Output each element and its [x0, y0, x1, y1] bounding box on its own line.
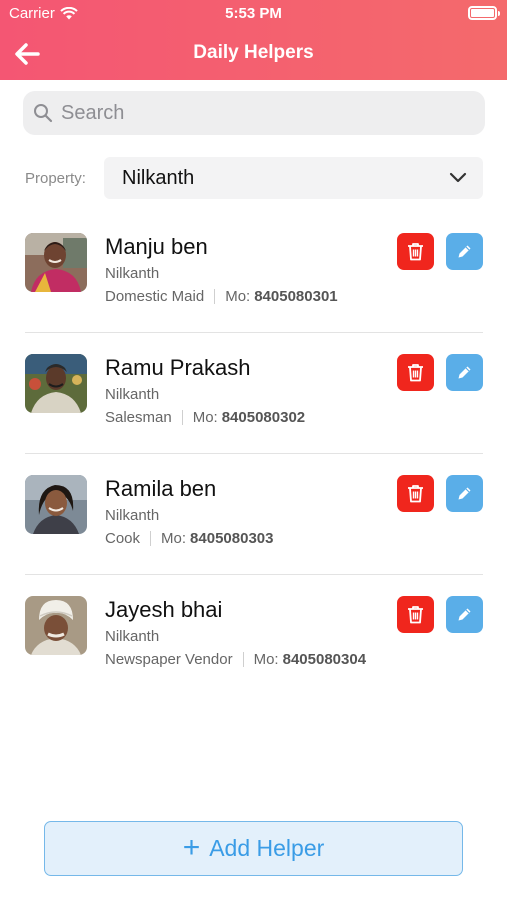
helper-name: Ramu Prakash	[105, 355, 251, 380]
pencil-icon	[458, 366, 471, 379]
delete-button[interactable]	[397, 596, 434, 633]
helper-name: Ramila ben	[105, 476, 217, 501]
pencil-icon	[458, 608, 471, 621]
chevron-down-icon	[449, 172, 467, 183]
divider	[181, 410, 183, 425]
property-filter: Property: Nilkanth	[25, 157, 483, 199]
status-time: 5:53 PM	[225, 5, 282, 22]
add-helper-button[interactable]: + Add Helper	[44, 821, 463, 876]
list-item[interactable]: Ramu Prakash Nilkanth Salesman Mo: 84050…	[25, 333, 483, 454]
battery-icon	[468, 6, 500, 20]
mobile-label: Mo:	[225, 288, 251, 305]
add-helper-label: Add Helper	[209, 835, 325, 861]
property-dropdown[interactable]: Nilkanth	[104, 157, 483, 199]
avatar	[25, 475, 87, 534]
divider	[214, 289, 216, 304]
trash-icon	[408, 606, 423, 624]
helper-mobile: 8405080304	[282, 651, 367, 668]
list-item[interactable]: Jayesh bhai Nilkanth Newspaper Vendor Mo…	[25, 575, 483, 696]
helper-role: Cook	[105, 530, 141, 547]
search-icon	[34, 104, 53, 123]
helper-name: Jayesh bhai	[105, 597, 223, 622]
helper-property: Nilkanth	[105, 265, 160, 282]
helper-property: Nilkanth	[105, 507, 160, 524]
pencil-icon	[458, 487, 471, 500]
search-input[interactable]	[61, 101, 461, 125]
search-bar[interactable]	[23, 91, 485, 135]
delete-button[interactable]	[397, 475, 434, 512]
edit-button[interactable]	[446, 354, 483, 391]
edit-button[interactable]	[446, 596, 483, 633]
mobile-label: Mo:	[253, 651, 279, 668]
helper-meta: Newspaper Vendor Mo: 8405080304	[105, 651, 366, 668]
plus-icon: +	[182, 830, 201, 864]
trash-icon	[408, 485, 423, 503]
edit-button[interactable]	[446, 475, 483, 512]
helper-role: Salesman	[105, 409, 172, 426]
delete-button[interactable]	[397, 354, 434, 391]
edit-button[interactable]	[446, 233, 483, 270]
delete-button[interactable]	[397, 233, 434, 270]
helper-mobile: 8405080302	[221, 409, 306, 426]
trash-icon	[408, 243, 423, 261]
header: Carrier 5:53 PM Daily Helpers	[0, 0, 507, 80]
helper-name: Manju ben	[105, 234, 208, 259]
status-bar: Carrier 5:53 PM	[0, 0, 507, 28]
helper-meta: Salesman Mo: 8405080302	[105, 409, 305, 426]
property-label: Property:	[25, 170, 86, 187]
divider	[242, 652, 244, 667]
nav-bar: Daily Helpers	[0, 28, 507, 80]
helper-property: Nilkanth	[105, 628, 160, 645]
divider	[150, 531, 152, 546]
pencil-icon	[458, 245, 471, 258]
mobile-label: Mo:	[161, 530, 187, 547]
property-selected-value: Nilkanth	[122, 166, 195, 189]
helper-mobile: 8405080301	[254, 288, 338, 305]
helper-role: Domestic Maid	[105, 288, 205, 305]
mobile-label: Mo:	[192, 409, 218, 426]
helper-meta: Domestic Maid Mo: 8405080301	[105, 288, 338, 305]
trash-icon	[408, 364, 423, 382]
list-item[interactable]: Manju ben Nilkanth Domestic Maid Mo: 840…	[25, 212, 483, 333]
list-item[interactable]: Ramila ben Nilkanth Cook Mo: 8405080303	[25, 454, 483, 575]
page-title: Daily Helpers	[193, 42, 314, 63]
helper-role: Newspaper Vendor	[105, 651, 233, 668]
avatar	[25, 596, 87, 655]
helper-mobile: 8405080303	[190, 530, 274, 547]
avatar	[25, 354, 87, 413]
helper-meta: Cook Mo: 8405080303	[105, 530, 273, 547]
helpers-list: Manju ben Nilkanth Domestic Maid Mo: 840…	[25, 212, 483, 696]
avatar	[25, 233, 87, 292]
helper-property: Nilkanth	[105, 386, 160, 403]
